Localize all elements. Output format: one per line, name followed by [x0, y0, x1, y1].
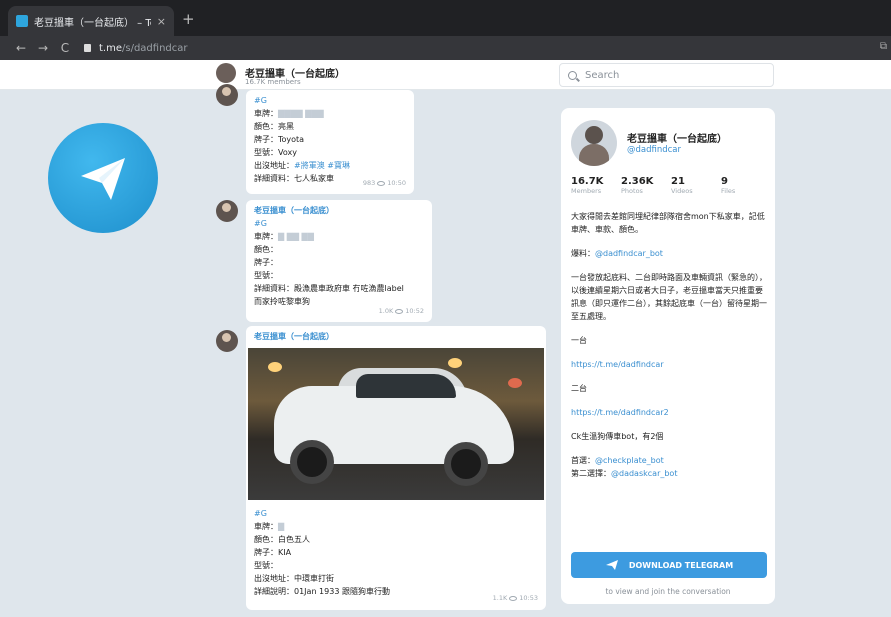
hashtag-link[interactable]: #G — [254, 94, 406, 107]
browser-tab[interactable]: 老豆搵車（一台起底） – Telegr... × — [8, 6, 174, 36]
views-icon — [395, 308, 404, 314]
sender-name[interactable]: 老豆搵車（一台起底） — [254, 330, 538, 343]
address-line: 出沒地址：中環車打街 — [254, 574, 334, 583]
checkplate-bot-link[interactable]: @checkplate_bot — [595, 456, 664, 465]
car-wheel — [444, 442, 488, 486]
close-icon[interactable]: × — [157, 15, 166, 28]
stat-photos: 2.36K Photos — [621, 176, 654, 195]
desc-schedule: 一台發放起底料、二台即時路面及車輛資訊（緊急的），以後連續星期六日或者大日子，老… — [571, 273, 767, 321]
channel-info-card: 老豆搵車（一台起底） @dadfindcar 16.7K Members 2.36… — [561, 108, 775, 604]
views-icon — [377, 180, 386, 186]
telegram-logo-icon — [48, 123, 158, 233]
street-light — [268, 362, 282, 372]
model-line: 型號： — [254, 561, 278, 570]
reload-button[interactable]: C — [54, 41, 76, 55]
sender-avatar[interactable] — [216, 330, 238, 352]
lock-icon — [84, 44, 91, 52]
message-meta: 1.1K 10:53 — [492, 594, 538, 602]
channel-avatar-large — [571, 120, 617, 166]
model-line: 型號： — [254, 271, 278, 280]
url-host: t.me — [99, 42, 122, 54]
desc-intro: 大家得閒去差館同埋紀律部隊宿舍mon下私家車，記低車牌、車款、顏色。 — [571, 212, 765, 234]
hashtag-link[interactable]: #G — [254, 507, 538, 520]
car-window — [356, 374, 456, 398]
color-line: 顏色：亮黑 — [254, 122, 294, 131]
model-line: 型號：Voxy — [254, 148, 297, 157]
download-telegram-button[interactable]: DOWNLOAD TELEGRAM — [571, 552, 767, 578]
detail-line: 詳細資料：殿漁農車政府車 冇咗漁農label — [254, 284, 404, 293]
search-placeholder: Search — [585, 69, 620, 81]
message-bubble-1: #G 車牌：▇▇▇▇ ▇▇▇ 顏色：亮黑 牌子：Toyota 型號：Voxy 出… — [246, 90, 414, 194]
stat-videos: 21 Videos — [671, 176, 693, 195]
desc-bots: Ck生溫狗傳車bot，有2個 — [571, 432, 664, 441]
message-bubble-3-text: #G 車牌：▇ 顏色：白色五人 牌子：KIA 型號： 出沒地址：中環車打街 詳細… — [246, 503, 546, 609]
url-path: /s/dadfindcar — [122, 42, 188, 54]
hashtag-link[interactable]: #G — [254, 217, 424, 230]
plate-line: 車牌：▇ ▇▇ ▇▇ — [254, 232, 314, 241]
download-subtext: to view and join the conversation — [605, 587, 731, 596]
address-line: 出沒地址：#將軍澳 #寶琳 — [254, 161, 350, 170]
street-light — [448, 358, 462, 368]
bot-link[interactable]: @dadfindcar_bot — [595, 249, 663, 258]
channel1-link[interactable]: https://t.me/dadfindcar — [571, 358, 769, 371]
second-bot-line: 第二選擇：@dadaskcar_bot — [571, 469, 678, 478]
tab-title: 老豆搵車（一台起底） – Telegr... — [34, 17, 151, 29]
color-line: 顏色： — [254, 245, 278, 254]
forward-button[interactable]: → — [32, 41, 54, 55]
street-light — [508, 378, 522, 388]
channel-header: 老豆搵車（一台起底） 16.7K members Search — [0, 60, 891, 90]
stat-members: 16.7K Members — [571, 176, 604, 195]
address-bar[interactable]: t.me/s/dadfindcar — [84, 39, 869, 57]
desc-channel1-label: 一台 — [571, 336, 587, 345]
sender-name[interactable]: 老豆搵車（一台起底） — [254, 204, 424, 217]
download-label: DOWNLOAD TELEGRAM — [628, 560, 734, 570]
channel2-link[interactable]: https://t.me/dadfindcar2 — [571, 406, 769, 419]
dadaskcar-bot-link[interactable]: @dadaskcar_bot — [611, 469, 677, 478]
sender-avatar[interactable] — [216, 200, 238, 222]
brand-line: 牌子：KIA — [254, 548, 292, 557]
browser-toolbar: ← → C t.me/s/dadfindcar ⧉ — [0, 36, 891, 60]
sender-avatar[interactable] — [216, 84, 238, 106]
search-input[interactable]: Search — [559, 63, 774, 87]
first-bot-line: 首選：@checkplate_bot — [571, 456, 664, 465]
brand-line: 牌子：Toyota — [254, 135, 305, 144]
card-channel-name: 老豆搵車（一台起底） — [627, 134, 727, 145]
desc-report: 爆料：@dadfindcar_bot — [571, 249, 663, 258]
new-tab-button[interactable]: + — [182, 10, 195, 28]
desc-channel2-label: 二台 — [571, 384, 587, 393]
search-icon — [568, 70, 577, 80]
color-line: 顏色：白色五人 — [254, 535, 310, 544]
card-channel-handle[interactable]: @dadfindcar — [627, 145, 681, 155]
address-hashtags[interactable]: #將軍澳 #寶琳 — [294, 161, 350, 170]
message-meta: 983 10:50 — [362, 179, 406, 187]
views-icon — [509, 595, 518, 601]
stat-files: 9 Files — [721, 176, 736, 195]
telegram-favicon-icon — [16, 15, 28, 27]
paper-plane-icon — [605, 560, 618, 570]
channel-description: 大家得閒去差館同埋紀律部隊宿舍mon下私家車，記低車牌、車款、顏色。 爆料：@d… — [571, 210, 769, 480]
message-bubble-2: 老豆搵車（一台起底） #G 車牌：▇ ▇▇ ▇▇ 顏色： 牌子： 型號： 詳細資… — [246, 200, 432, 322]
car-wheel — [290, 440, 334, 484]
plate-line: 車牌：▇ — [254, 522, 285, 531]
message-meta: 1.0K 10:52 — [378, 307, 424, 315]
message-photo[interactable] — [248, 348, 544, 500]
browser-tab-bar: 老豆搵車（一台起底） – Telegr... × + — [0, 0, 891, 36]
channel-avatar[interactable] — [216, 63, 236, 83]
back-button[interactable]: ← — [10, 41, 32, 55]
extension-icon[interactable]: ⧉ — [880, 41, 887, 52]
channel-stats: 16.7K Members 2.36K Photos 21 Videos 9 Files — [571, 176, 771, 195]
brand-line: 牌子： — [254, 258, 278, 267]
member-count: 16.7K members — [245, 78, 301, 86]
plate-line: 車牌：▇▇▇▇ ▇▇▇ — [254, 109, 324, 118]
